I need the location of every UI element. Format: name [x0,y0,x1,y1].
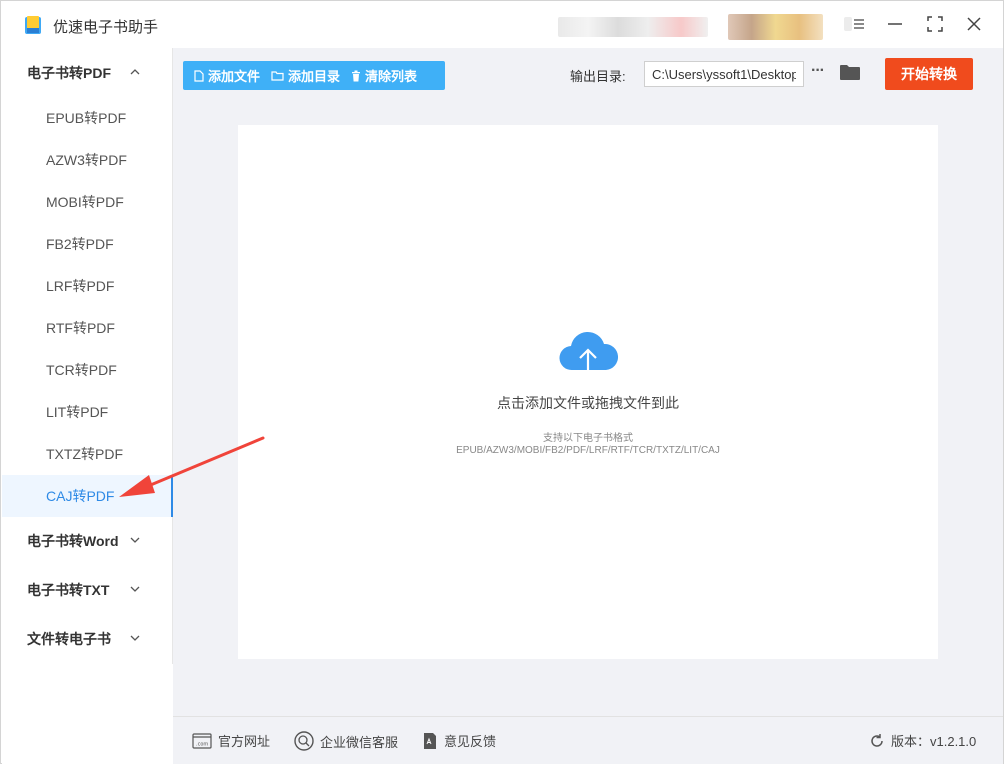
sidebar-item-label: TCR转PDF [46,362,117,378]
sidebar-item-label: LRF转PDF [46,278,115,294]
feedback-icon [424,732,436,749]
chat-icon [294,731,314,751]
sidebar-item-mobi-to-pdf[interactable]: MOBI转PDF [2,181,173,223]
maximize-button[interactable] [924,13,946,35]
sidebar-item-label: LIT转PDF [46,404,109,420]
sidebar-item-tcr-to-pdf[interactable]: TCR转PDF [2,349,173,391]
sidebar-group-label: 电子书转Word [27,533,119,549]
clear-list-label: 清除列表 [365,69,418,84]
main-panel: 添加文件 添加目录 清除列表 输出目录: ··· 开始转换 点击添加文件或拖拽文… [173,48,1003,716]
sidebar-group-file-to-ebook[interactable]: 文件转电子书 [2,624,173,654]
version-info: 版本：v1.2.1.0 [869,731,976,750]
folder-icon[interactable] [840,64,860,81]
sidebar-item-azw3-to-pdf[interactable]: AZW3转PDF [2,139,173,181]
minimize-button[interactable] [884,13,906,35]
sidebar-item-fb2-to-pdf[interactable]: FB2转PDF [2,223,173,265]
more-options-icon[interactable]: ··· [811,62,829,84]
version-label: 版本：v1.2.1.0 [891,734,977,749]
svg-text:.com: .com [196,741,208,747]
file-drop-zone[interactable]: 点击添加文件或拖拽文件到此 支持以下电子书格式 EPUB/AZW3/MOBI/F… [238,125,938,659]
wechat-support-link[interactable]: 企业微信客服 [294,731,398,751]
chevron-down-icon [130,537,140,543]
drop-zone-title: 点击添加文件或拖拽文件到此 [497,395,679,411]
drop-zone-subtitle: 支持以下电子书格式 [543,433,633,444]
footer: .com 官方网址 企业微信客服 意见反馈 版本：v1.2.1.0 [173,716,1003,764]
sidebar-group-label: 电子书转TXT [27,582,110,598]
app-logo-icon [25,16,41,34]
website-icon: .com [192,732,212,749]
chevron-down-icon [130,635,140,641]
close-button[interactable] [963,13,985,35]
folder-outline-icon [271,71,284,81]
sidebar-item-label: FB2转PDF [46,236,114,252]
app-title: 优速电子书助手 [53,19,159,36]
cloud-upload-icon [559,331,618,380]
app-window: 优速电子书助手 电子书转PDF EPUB转PDF AZW3转PDF MOBI转P… [0,0,1004,764]
add-file-button[interactable]: 添加文件 [183,61,260,90]
sidebar-item-lrf-to-pdf[interactable]: LRF转PDF [2,265,173,307]
sidebar-item-label: AZW3转PDF [46,152,127,168]
sidebar-item-label: EPUB转PDF [46,110,127,126]
refresh-icon[interactable] [869,733,885,749]
sidebar-group-label: 电子书转PDF [27,65,111,81]
supported-formats: EPUB/AZW3/MOBI/FB2/PDF/LRF/RTF/TCR/TXTZ/… [456,445,720,456]
menu-icon[interactable] [846,13,868,35]
start-convert-button[interactable]: 开始转换 [885,58,973,90]
feedback-link[interactable]: 意见反馈 [422,731,496,750]
official-website-link[interactable]: .com 官方网址 [192,731,270,750]
sidebar-group-label: 文件转电子书 [27,631,111,647]
blurred-avatar [728,14,823,40]
chevron-down-icon [130,586,140,592]
sidebar-item-label: MOBI转PDF [46,194,124,210]
sidebar-item-rtf-to-pdf[interactable]: RTF转PDF [2,307,173,349]
annotation-arrow [119,436,265,497]
sidebar-group-ebook-to-txt[interactable]: 电子书转TXT [2,575,173,605]
clear-list-button[interactable]: 清除列表 [340,61,417,90]
sidebar-item-epub-to-pdf[interactable]: EPUB转PDF [2,97,173,139]
sidebar: 电子书转PDF EPUB转PDF AZW3转PDF MOBI转PDF FB2转P… [2,48,173,664]
add-directory-label: 添加目录 [288,69,341,84]
title-bar: 优速电子书助手 [1,1,1003,48]
wechat-label: 企业微信客服 [320,734,399,750]
sidebar-item-lit-to-pdf[interactable]: LIT转PDF [2,391,173,433]
output-directory-label: 输出目录: [570,69,626,84]
file-toolbar: 添加文件 添加目录 清除列表 [183,61,445,90]
add-directory-button[interactable]: 添加目录 [260,61,340,90]
sidebar-bottom-space [2,664,173,764]
sidebar-item-label: RTF转PDF [46,320,115,336]
add-file-label: 添加文件 [208,69,261,84]
trash-icon [352,70,361,81]
sidebar-group-ebook-to-pdf[interactable]: 电子书转PDF [2,58,173,88]
chevron-up-icon [130,69,140,75]
website-label: 官方网址 [218,734,271,749]
sidebar-item-label: CAJ转PDF [46,488,115,504]
blurred-user-info [558,17,708,37]
output-directory-field[interactable] [644,61,804,87]
feedback-label: 意见反馈 [444,734,497,749]
sidebar-group-ebook-to-word[interactable]: 电子书转Word [2,526,173,556]
file-icon [194,69,204,82]
